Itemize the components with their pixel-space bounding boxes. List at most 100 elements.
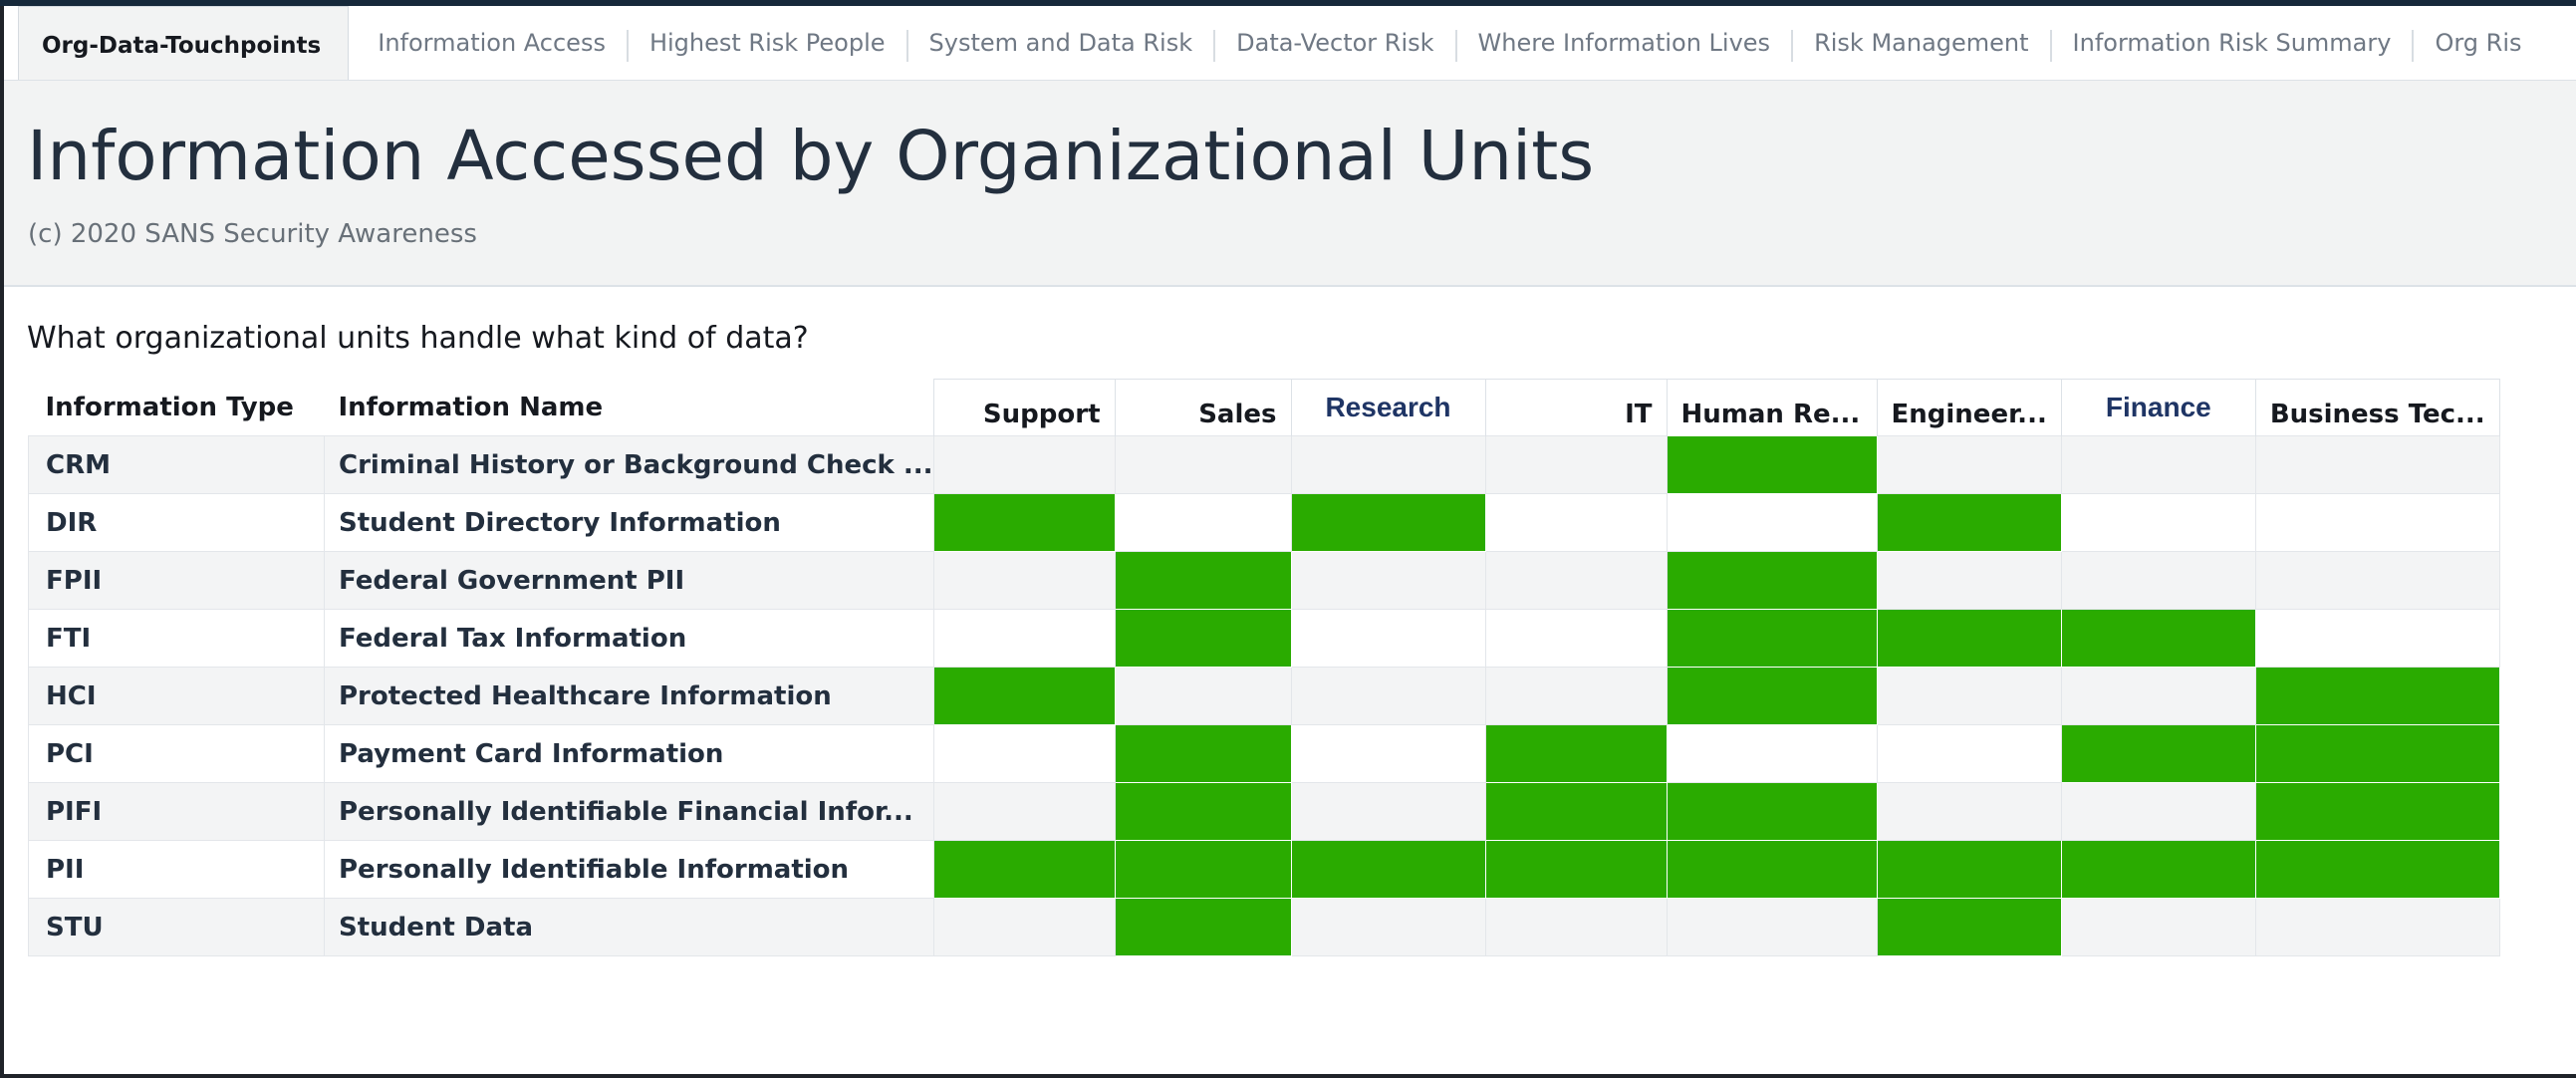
heatmap-cell-empty[interactable] [1876,435,2062,494]
heatmap-cell-filled[interactable] [1666,782,1878,841]
col-header-human-resources[interactable]: Human Re... [1666,379,1878,436]
information-name-cell[interactable]: Protected Healthcare Information [324,667,934,725]
heatmap-cell-filled[interactable] [1666,435,1878,494]
tab-risk-management[interactable]: Risk Management [1791,6,2049,80]
heatmap-cell-empty[interactable] [1876,551,2062,610]
heatmap-cell-empty[interactable] [1876,724,2062,783]
heatmap-cell-empty[interactable] [1290,609,1486,668]
heatmap-cell-empty[interactable] [1876,782,2062,841]
tab-where-information-lives[interactable]: Where Information Lives [1454,6,1792,80]
heatmap-cell-filled[interactable] [1484,840,1668,899]
heatmap-cell-filled[interactable] [1666,840,1878,899]
information-type-cell[interactable]: PII [28,840,325,899]
heatmap-cell-empty[interactable] [932,782,1116,841]
heatmap-cell-empty[interactable] [2060,898,2256,956]
row-header-information-type[interactable]: Information Type [28,379,325,436]
tab-highest-risk-people[interactable]: Highest Risk People [626,6,906,80]
heatmap-cell-filled[interactable] [1290,840,1486,899]
heatmap-cell-filled[interactable] [1666,609,1878,668]
heatmap-cell-empty[interactable] [1484,493,1668,552]
heatmap-cell-filled[interactable] [1484,724,1668,783]
heatmap-cell-empty[interactable] [1114,435,1292,494]
information-name-cell[interactable]: Personally Identifiable Financial Infor.… [324,782,934,841]
heatmap-cell-empty[interactable] [2060,493,2256,552]
col-header-business-technology[interactable]: Business Tec... [2254,379,2500,436]
heatmap-cell-empty[interactable] [1484,667,1668,725]
heatmap-cell-empty[interactable] [932,551,1116,610]
heatmap-cell-filled[interactable] [2060,840,2256,899]
heatmap-cell-empty[interactable] [932,724,1116,783]
heatmap-cell-filled[interactable] [2254,667,2500,725]
heatmap-cell-empty[interactable] [1114,667,1292,725]
heatmap-cell-empty[interactable] [932,898,1116,956]
heatmap-cell-filled[interactable] [2060,724,2256,783]
information-type-cell[interactable]: STU [28,898,325,956]
heatmap-cell-empty[interactable] [1484,898,1668,956]
heatmap-cell-empty[interactable] [1290,898,1486,956]
col-header-engineering[interactable]: Engineer... [1876,379,2062,436]
heatmap-cell-empty[interactable] [1290,435,1486,494]
heatmap-cell-filled[interactable] [932,840,1116,899]
information-name-cell[interactable]: Personally Identifiable Information [324,840,934,899]
heatmap-cell-empty[interactable] [1666,898,1878,956]
heatmap-cell-empty[interactable] [1666,724,1878,783]
heatmap-cell-filled[interactable] [1114,898,1292,956]
heatmap-cell-filled[interactable] [1666,551,1878,610]
col-header-finance[interactable]: Finance [2060,379,2256,436]
heatmap-cell-filled[interactable] [1484,782,1668,841]
col-header-it[interactable]: IT [1484,379,1668,436]
heatmap-cell-empty[interactable] [1290,782,1486,841]
heatmap-cell-empty[interactable] [2254,493,2500,552]
tab-org-risk[interactable]: Org Ris [2412,6,2542,80]
heatmap-cell-filled[interactable] [1876,493,2062,552]
information-type-cell[interactable]: CRM [28,435,325,494]
information-type-cell[interactable]: HCI [28,667,325,725]
tab-information-risk-summary[interactable]: Information Risk Summary [2049,6,2413,80]
information-name-cell[interactable]: Payment Card Information [324,724,934,783]
heatmap-cell-empty[interactable] [2254,435,2500,494]
heatmap-cell-empty[interactable] [1290,724,1486,783]
heatmap-cell-filled[interactable] [2060,609,2256,668]
heatmap-cell-empty[interactable] [1876,667,2062,725]
heatmap-cell-empty[interactable] [2060,782,2256,841]
heatmap-cell-filled[interactable] [1876,840,2062,899]
heatmap-cell-filled[interactable] [2254,724,2500,783]
information-type-cell[interactable]: PCI [28,724,325,783]
heatmap-cell-filled[interactable] [1290,493,1486,552]
tab-data-vector-risk[interactable]: Data-Vector Risk [1213,6,1454,80]
tab-org-data-touchpoints[interactable]: Org-Data-Touchpoints [18,6,350,80]
information-type-cell[interactable]: DIR [28,493,325,552]
heatmap-cell-empty[interactable] [2254,551,2500,610]
heatmap-cell-filled[interactable] [1114,840,1292,899]
tab-information-access[interactable]: Information Access [355,6,627,80]
heatmap-cell-empty[interactable] [1290,551,1486,610]
information-name-cell[interactable]: Student Directory Information [324,493,934,552]
heatmap-cell-empty[interactable] [1666,493,1878,552]
heatmap-cell-filled[interactable] [1876,609,2062,668]
heatmap-cell-filled[interactable] [1876,898,2062,956]
col-header-research[interactable]: Research [1290,379,1486,436]
heatmap-cell-filled[interactable] [932,493,1116,552]
heatmap-cell-filled[interactable] [1114,782,1292,841]
information-name-cell[interactable]: Student Data [324,898,934,956]
heatmap-cell-empty[interactable] [2254,609,2500,668]
tab-system-and-data-risk[interactable]: System and Data Risk [905,6,1214,80]
heatmap-cell-filled[interactable] [1666,667,1878,725]
row-header-information-name[interactable]: Information Name [324,379,933,436]
heatmap-cell-empty[interactable] [1290,667,1486,725]
information-name-cell[interactable]: Federal Government PII [324,551,934,610]
col-header-sales[interactable]: Sales [1114,379,1292,436]
heatmap-cell-empty[interactable] [1484,435,1668,494]
heatmap-cell-filled[interactable] [932,667,1116,725]
heatmap-cell-filled[interactable] [1114,724,1292,783]
information-type-cell[interactable]: FTI [28,609,325,668]
heatmap-cell-empty[interactable] [932,609,1116,668]
heatmap-cell-empty[interactable] [932,435,1116,494]
heatmap-cell-empty[interactable] [1114,493,1292,552]
heatmap-cell-empty[interactable] [2254,898,2500,956]
heatmap-cell-filled[interactable] [2254,782,2500,841]
heatmap-cell-filled[interactable] [1114,551,1292,610]
heatmap-cell-empty[interactable] [2060,435,2256,494]
information-name-cell[interactable]: Criminal History or Background Check ... [324,435,934,494]
information-type-cell[interactable]: FPII [28,551,325,610]
